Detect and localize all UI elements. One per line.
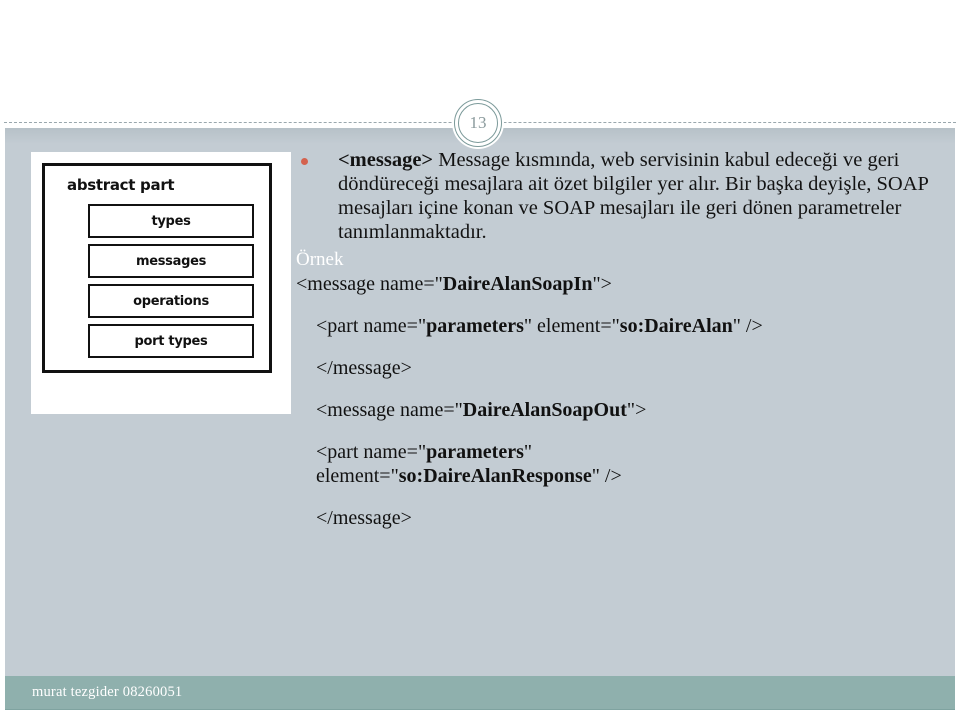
code-token: <part name=" <box>316 441 427 463</box>
bullet-paragraph: <message> Message kısmında, web servisin… <box>338 148 956 244</box>
footer-author-text: murat tezgider 08260051 <box>32 684 183 700</box>
code-token-strong: parameters <box>426 315 524 337</box>
code-token-strong: so:DaireAlanResponse <box>398 465 592 487</box>
code-token: " <box>523 441 533 463</box>
figure-box-operations: operations <box>88 284 254 318</box>
code-token: " /> <box>732 315 763 337</box>
code-token: "> <box>592 273 612 295</box>
code-sample-block: <message name="DaireAlanSoapIn"> <part na… <box>296 272 956 530</box>
code-token: element=" <box>316 465 399 487</box>
example-label: Örnek <box>296 249 344 270</box>
code-line: <message name="DaireAlanSoapIn"> <box>296 272 956 296</box>
figure-box-types: types <box>88 204 254 238</box>
code-token: " /> <box>591 465 622 487</box>
code-token-strong: parameters <box>426 441 524 463</box>
slide-number-text: 13 <box>469 113 487 132</box>
code-token: <part name=" <box>316 315 427 337</box>
code-token-strong: DaireAlanSoapOut <box>462 399 627 421</box>
presentation-slide: 13 abstract part types messages operatio… <box>0 0 960 712</box>
code-token: <message name=" <box>296 273 443 295</box>
code-line: <message name="DaireAlanSoapOut"> <box>296 398 956 422</box>
code-token-strong: DaireAlanSoapIn <box>442 273 593 295</box>
bullet-tag-strong: <message> <box>338 149 434 171</box>
code-token: <message name=" <box>316 399 463 421</box>
slide-footer-bar: murat tezgider 08260051 <box>5 676 955 710</box>
code-token: </message> <box>316 507 412 529</box>
code-token-strong: so:DaireAlan <box>619 315 733 337</box>
bullet-item: <message> Message kısmında, web servisin… <box>296 148 956 244</box>
code-token: "> <box>626 399 647 421</box>
code-line: <part name="parameters" element="so:Dair… <box>296 314 956 338</box>
figure-box-messages: messages <box>88 244 254 278</box>
slide-content-column: <message> Message kısmında, web servisin… <box>296 148 956 548</box>
code-token: </message> <box>316 357 412 379</box>
figure-box-port-types: port types <box>88 324 254 358</box>
code-line: </message> <box>296 356 956 380</box>
bullet-dot-icon <box>301 158 308 165</box>
code-token: " element=" <box>523 315 620 337</box>
figure-outer-box: abstract part types messages operations … <box>42 163 272 373</box>
code-line: <part name="parameters" element="so:Dair… <box>296 440 956 488</box>
code-line: </message> <box>296 506 956 530</box>
figure-title-label: abstract part <box>67 176 175 194</box>
wsdl-abstract-part-figure: abstract part types messages operations … <box>31 152 291 414</box>
slide-number-badge: 13 <box>452 97 504 149</box>
